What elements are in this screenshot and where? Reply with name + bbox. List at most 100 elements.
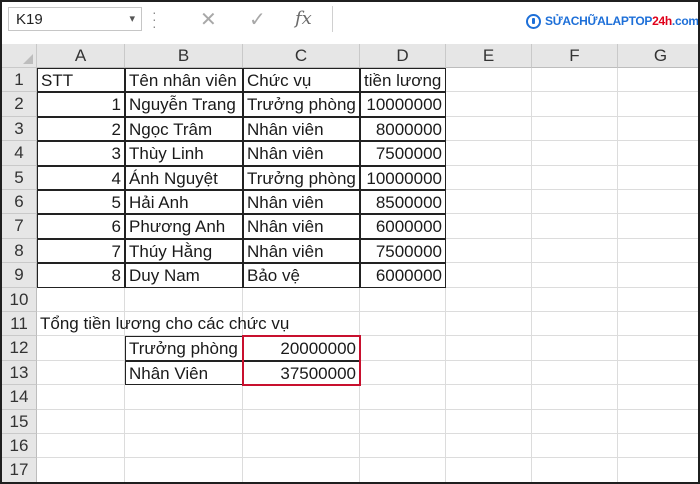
cell-b17[interactable] xyxy=(125,458,243,482)
cell-a13[interactable] xyxy=(37,360,125,386)
cell-e1[interactable] xyxy=(446,68,532,93)
row-header-17[interactable]: 17 xyxy=(2,458,37,482)
column-header-a[interactable]: A xyxy=(37,44,125,68)
cell-e4[interactable] xyxy=(446,141,532,166)
cell-e17[interactable] xyxy=(446,458,532,482)
cell-d8[interactable]: 7500000 xyxy=(360,238,446,264)
cancel-icon[interactable]: ✕ xyxy=(200,7,217,32)
cell-d12[interactable] xyxy=(360,336,446,361)
cell-a9[interactable]: 8 xyxy=(37,263,125,288)
cell-e12[interactable] xyxy=(446,336,532,361)
cell-f11[interactable] xyxy=(532,312,618,337)
cell-b14[interactable] xyxy=(125,385,243,410)
cell-g8[interactable] xyxy=(618,239,698,264)
cell-a12[interactable] xyxy=(37,336,125,361)
cell-c5[interactable]: Trưởng phòng xyxy=(243,165,360,190)
cell-f3[interactable] xyxy=(532,116,618,142)
cell-a3[interactable]: 2 xyxy=(37,116,125,142)
row-header-6[interactable]: 6 xyxy=(2,190,37,215)
cell-g3[interactable] xyxy=(618,117,698,142)
cell-e6[interactable] xyxy=(446,190,532,215)
cell-c8[interactable]: Nhân viên xyxy=(243,238,360,264)
cell-g16[interactable] xyxy=(618,434,698,459)
row-header-2[interactable]: 2 xyxy=(2,92,37,117)
cell-f7[interactable] xyxy=(532,214,618,239)
cell-a4[interactable]: 3 xyxy=(37,141,125,166)
cell-g6[interactable] xyxy=(618,190,698,215)
cell-f12[interactable] xyxy=(532,336,618,361)
cell-d10[interactable] xyxy=(360,287,446,312)
cell-c16[interactable] xyxy=(243,434,360,459)
cell-e13[interactable] xyxy=(446,360,532,386)
cell-d11[interactable] xyxy=(360,312,446,337)
cell-b15[interactable] xyxy=(125,409,243,434)
cell-a2[interactable]: 1 xyxy=(37,92,125,117)
cell-g12[interactable] xyxy=(618,336,698,361)
cell-a10[interactable] xyxy=(37,287,125,312)
cell-a7[interactable]: 6 xyxy=(37,214,125,239)
row-header-14[interactable]: 14 xyxy=(2,385,37,410)
cell-d2[interactable]: 10000000 xyxy=(360,92,446,117)
insert-function-icon[interactable]: fx xyxy=(295,8,312,29)
cell-c12[interactable]: 20000000 xyxy=(243,336,360,361)
cell-f14[interactable] xyxy=(532,385,618,410)
cell-d9[interactable]: 6000000 xyxy=(360,263,446,288)
row-header-7[interactable]: 7 xyxy=(2,214,37,239)
cell-e14[interactable] xyxy=(446,385,532,410)
column-header-f[interactable]: F xyxy=(532,44,618,68)
cell-c3[interactable]: Nhân viên xyxy=(243,116,360,142)
cell-b8[interactable]: Thúy Hằng xyxy=(125,238,243,264)
cell-f16[interactable] xyxy=(532,434,618,459)
cell-d3[interactable]: 8000000 xyxy=(360,116,446,142)
cell-g7[interactable] xyxy=(618,214,698,239)
cell-b16[interactable] xyxy=(125,434,243,459)
cell-e3[interactable] xyxy=(446,116,532,142)
cell-e15[interactable] xyxy=(446,409,532,434)
cell-b5[interactable]: Ánh Nguyệt xyxy=(125,165,243,190)
cell-a17[interactable] xyxy=(37,458,125,482)
cell-d14[interactable] xyxy=(360,385,446,410)
row-header-15[interactable]: 15 xyxy=(2,409,37,434)
cell-c7[interactable]: Nhân viên xyxy=(243,214,360,239)
cell-c14[interactable] xyxy=(243,385,360,410)
cell-f17[interactable] xyxy=(532,458,618,482)
cell-a16[interactable] xyxy=(37,434,125,459)
cell-d15[interactable] xyxy=(360,409,446,434)
enter-icon[interactable]: ✓ xyxy=(249,7,266,32)
column-header-b[interactable]: B xyxy=(125,44,243,68)
cell-f6[interactable] xyxy=(532,190,618,215)
cell-e5[interactable] xyxy=(446,165,532,190)
cell-b13[interactable]: Nhân Viên xyxy=(125,360,243,386)
cell-b6[interactable]: Hải Anh xyxy=(125,190,243,215)
cell-e8[interactable] xyxy=(446,238,532,264)
cell-a14[interactable] xyxy=(37,385,125,410)
cell-e16[interactable] xyxy=(446,434,532,459)
cell-g4[interactable] xyxy=(618,141,698,166)
cell-b4[interactable]: Thùy Linh xyxy=(125,141,243,166)
cell-g9[interactable] xyxy=(618,263,698,288)
cell-g13[interactable] xyxy=(618,361,698,386)
row-header-12[interactable]: 12 xyxy=(2,336,37,361)
cell-b3[interactable]: Ngọc Trâm xyxy=(125,116,243,142)
cell-a5[interactable]: 4 xyxy=(37,165,125,190)
select-all-button[interactable] xyxy=(2,44,37,68)
cell-g15[interactable] xyxy=(618,410,698,434)
cell-f9[interactable] xyxy=(532,263,618,288)
cell-c13[interactable]: 37500000 xyxy=(243,360,360,386)
cell-f4[interactable] xyxy=(532,141,618,166)
cell-b7[interactable]: Phương Anh xyxy=(125,214,243,239)
cell-g14[interactable] xyxy=(618,385,698,410)
cell-b1[interactable]: Tên nhân viên xyxy=(125,68,243,93)
cell-g10[interactable] xyxy=(618,288,698,312)
row-header-8[interactable]: 8 xyxy=(2,238,37,264)
row-header-16[interactable]: 16 xyxy=(2,434,37,459)
name-box[interactable]: K19 ▾ xyxy=(8,7,142,31)
cell-g5[interactable] xyxy=(618,166,698,190)
cell-e7[interactable] xyxy=(446,214,532,239)
cell-g2[interactable] xyxy=(618,92,698,117)
cell-d16[interactable] xyxy=(360,434,446,459)
cell-c17[interactable] xyxy=(243,458,360,482)
cell-b2[interactable]: Nguyễn Trang xyxy=(125,92,243,117)
cell-d4[interactable]: 7500000 xyxy=(360,141,446,166)
row-header-10[interactable]: 10 xyxy=(2,287,37,312)
